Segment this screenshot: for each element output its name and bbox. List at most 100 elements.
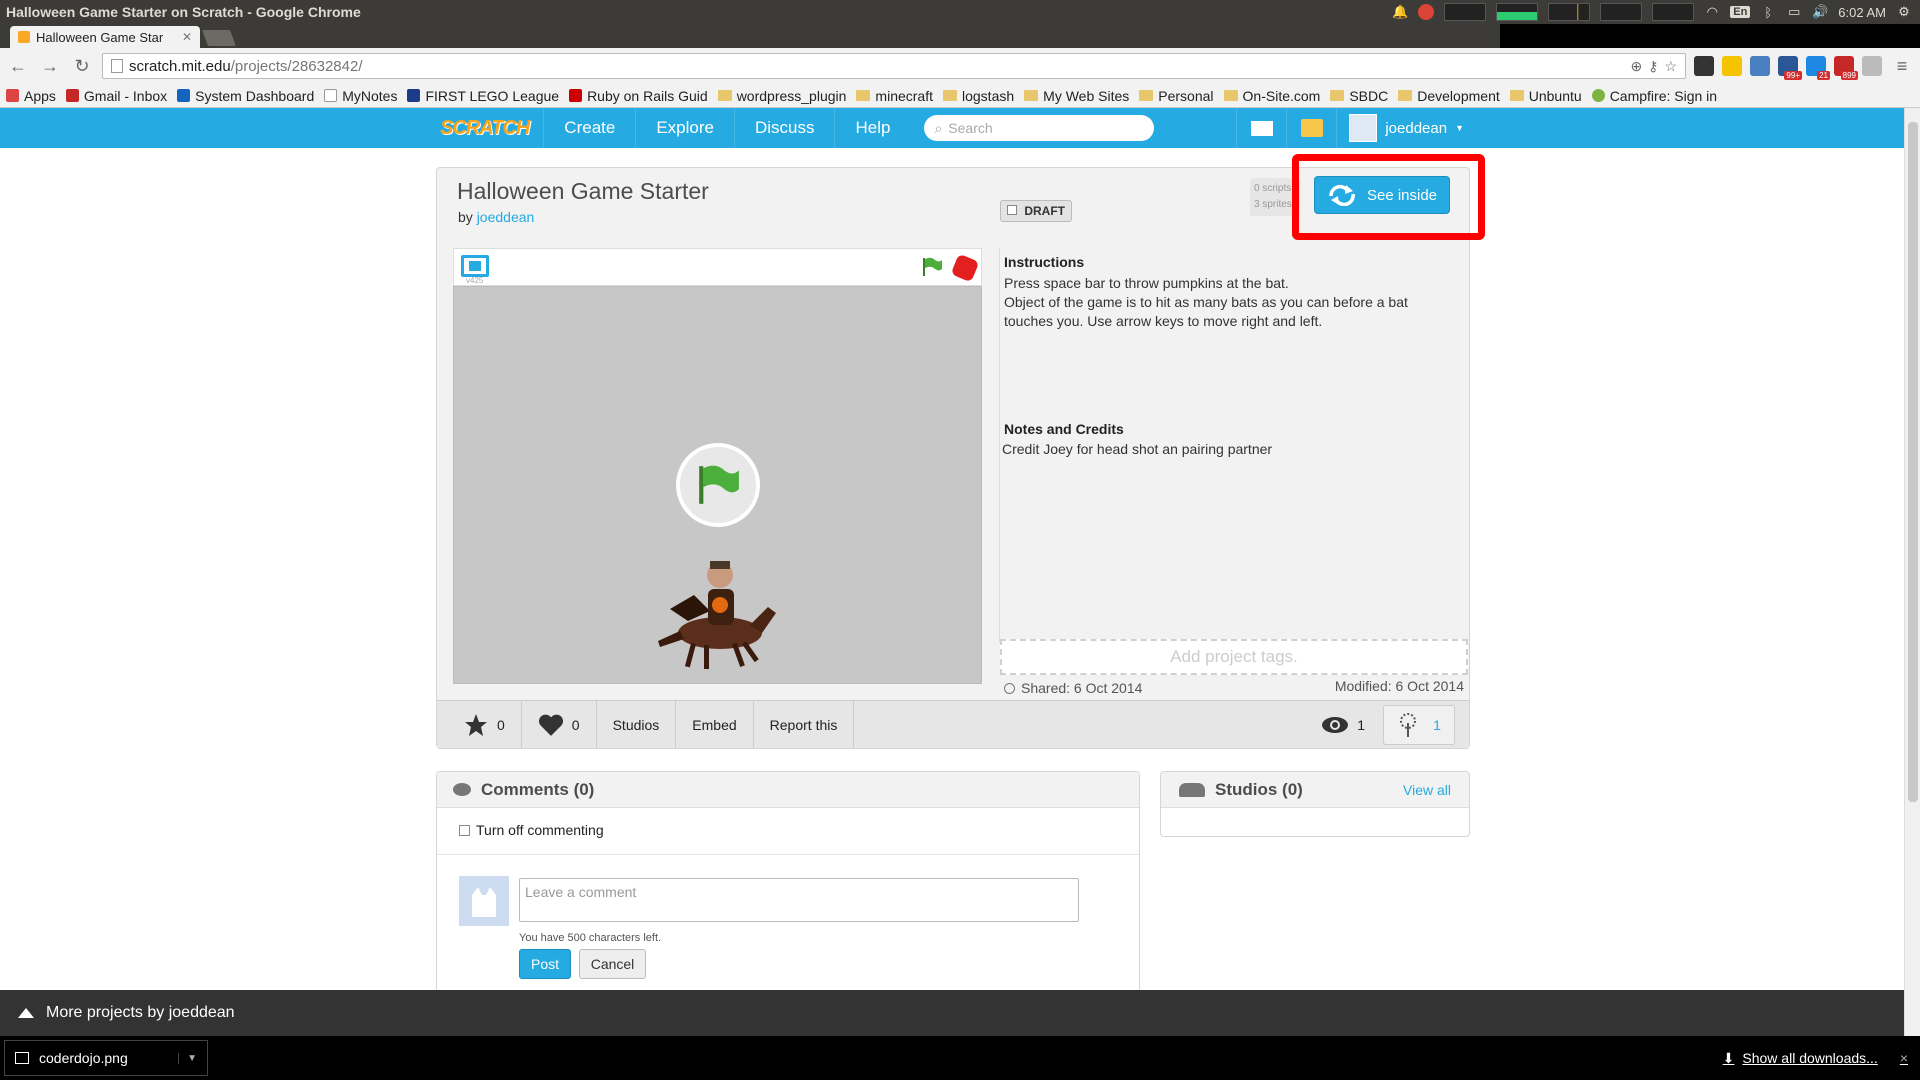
browser-tab[interactable]: Halloween Game Star ✕ [10, 26, 200, 48]
instructions-text[interactable]: Press space bar to throw pumpkins at the… [1004, 274, 1454, 331]
user-menu[interactable]: joeddean ▼ [1336, 108, 1476, 148]
battery-icon[interactable]: ▭ [1786, 4, 1802, 20]
apps-grid-icon [6, 89, 19, 102]
scratch-favicon-icon [18, 31, 30, 43]
show-all-downloads-link[interactable]: ⬇ Show all downloads... × [1723, 1050, 1920, 1067]
scrollbar-thumb[interactable] [1908, 122, 1918, 802]
notes-text[interactable]: Credit Joey for head shot an pairing par… [1002, 440, 1452, 459]
download-item[interactable]: coderdojo.png ▼ [4, 1040, 208, 1076]
chevron-down-icon[interactable]: ▼ [178, 1052, 197, 1064]
start-button[interactable] [676, 443, 760, 527]
address-bar[interactable]: scratch.mit.edu/projects/28632842/ ⊕ ⚷ ☆ [102, 53, 1686, 79]
remix-tree-icon [1400, 712, 1417, 737]
clock[interactable]: 6:02 AM [1838, 5, 1886, 20]
nav-discuss[interactable]: Discuss [733, 108, 835, 148]
bookmark-folder-unbuntu[interactable]: Unbuntu [1509, 88, 1582, 104]
post-button[interactable]: Post [519, 949, 571, 979]
cast-extension-icon[interactable] [1862, 56, 1882, 76]
chrome-icon[interactable] [1418, 4, 1435, 20]
studios-button[interactable]: Studios [597, 700, 677, 749]
tasks-extension-icon[interactable]: 21 [1806, 56, 1830, 80]
bluetooth-icon[interactable]: ᛒ [1760, 4, 1776, 20]
gmail-extension-icon[interactable]: 899 [1834, 56, 1858, 80]
bookmark-folder-logstash[interactable]: logstash [943, 88, 1014, 104]
reload-icon[interactable]: ↻ [70, 54, 94, 78]
bookmark-folder-development[interactable]: Development [1398, 88, 1500, 104]
bookmark-mynotes[interactable]: MyNotes [324, 88, 397, 104]
folder-icon [856, 90, 871, 101]
favorite-button[interactable]: 0 [437, 700, 522, 749]
nav-help[interactable]: Help [834, 108, 910, 148]
calendar-extension-icon[interactable] [1750, 56, 1770, 76]
turn-off-commenting[interactable]: Turn off commenting [459, 822, 604, 838]
bookmark-folder-my-web-sites[interactable]: My Web Sites [1024, 88, 1129, 104]
bookmark-apps[interactable]: Apps [6, 88, 56, 104]
project-tags-input[interactable]: Add project tags. [1000, 639, 1468, 675]
page-scrollbar[interactable] [1904, 108, 1920, 1036]
nav-create[interactable]: Create [543, 108, 635, 148]
scratch-logo[interactable]: SCRATCH [436, 117, 543, 140]
turn-off-commenting-checkbox[interactable] [459, 824, 470, 836]
chat-extension-icon[interactable]: 99+ [1778, 56, 1802, 80]
bookmark-folder-on-site[interactable]: On-Site.com [1223, 87, 1321, 104]
bookmark-folder-minecraft[interactable]: minecraft [856, 88, 933, 104]
extension-1-icon[interactable] [1694, 56, 1714, 76]
bookmark-folder-sbdc[interactable]: SBDC [1330, 88, 1388, 104]
love-button[interactable]: 0 [522, 700, 597, 749]
settings-gear-icon[interactable]: ⚙ [1896, 4, 1912, 20]
embed-button[interactable]: Embed [676, 700, 754, 749]
bookmark-first-lego[interactable]: FIRST LEGO League [407, 88, 559, 104]
bookmark-system-dashboard[interactable]: System Dashboard [177, 88, 314, 104]
bookmark-folder-wordpress[interactable]: wordpress_plugin [717, 88, 846, 104]
tabstrip-dark-region [1500, 24, 1920, 48]
headless-horseman-sprite[interactable] [650, 555, 780, 673]
url-text[interactable]: scratch.mit.edu/projects/28632842/ [129, 58, 1624, 75]
bookmark-rails-guides[interactable]: Ruby on Rails Guid [569, 88, 708, 104]
cancel-button[interactable]: Cancel [579, 949, 646, 979]
back-arrow-icon[interactable]: ← [6, 54, 30, 78]
my-stuff-button[interactable] [1286, 108, 1336, 148]
tab-close-icon[interactable]: ✕ [182, 30, 192, 44]
keyboard-layout[interactable]: En [1730, 6, 1751, 18]
cpu-graph [1444, 3, 1487, 21]
author-link[interactable]: joeddean [477, 209, 535, 225]
volume-icon[interactable]: 🔊 [1812, 4, 1828, 20]
caret-up-icon [18, 1008, 34, 1018]
draft-checkbox[interactable] [1007, 205, 1017, 215]
messages-button[interactable] [1236, 108, 1286, 148]
modified-date: Modified: 6 Oct 2014 [1334, 678, 1464, 694]
project-stage[interactable] [453, 286, 982, 684]
bookmark-star-icon[interactable]: ☆ [1664, 58, 1677, 75]
close-icon[interactable]: × [1900, 1050, 1908, 1066]
new-tab-button[interactable] [202, 30, 236, 46]
player-controls: v425 [453, 248, 982, 286]
more-projects-bar[interactable]: More projects by joeddean [0, 990, 1904, 1036]
report-button[interactable]: Report this [754, 700, 855, 749]
comment-textarea[interactable]: Leave a comment [519, 878, 1079, 922]
my-stuff-folder-icon [1300, 119, 1323, 137]
view-all-link[interactable]: View all [1403, 782, 1451, 798]
extension-2-icon[interactable] [1722, 56, 1742, 76]
wifi-icon[interactable]: ◠ [1704, 4, 1720, 20]
remix-tree-button[interactable]: 1 [1383, 704, 1455, 745]
bookmark-gmail[interactable]: Gmail - Inbox [65, 88, 167, 104]
key-icon[interactable]: ⚷ [1648, 58, 1658, 75]
search-input[interactable]: ⌕ Search [924, 115, 1155, 141]
zoom-icon[interactable]: ⊕ [1630, 58, 1642, 75]
bookmark-campfire[interactable]: Campfire: Sign in [1591, 88, 1717, 104]
fullscreen-icon[interactable] [461, 255, 489, 277]
favorites-count: 0 [497, 716, 505, 733]
draft-badge[interactable]: DRAFT [1000, 200, 1072, 222]
bookmark-label: On-Site.com [1242, 87, 1321, 104]
stop-icon[interactable] [950, 253, 980, 283]
folder-icon [1024, 90, 1039, 101]
chevron-down-icon: ▼ [1455, 123, 1464, 133]
bookmark-folder-personal[interactable]: Personal [1139, 88, 1214, 104]
player-version: v425 [466, 276, 484, 285]
notification-bell-icon[interactable]: 🔔 [1392, 4, 1408, 20]
nav-explore[interactable]: Explore [635, 108, 734, 148]
forward-arrow-icon[interactable]: → [38, 54, 62, 78]
browser-toolbar: ← → ↻ scratch.mit.edu/projects/28632842/… [0, 48, 1920, 84]
green-flag-icon[interactable] [921, 257, 943, 277]
menu-hamburger-icon[interactable]: ≡ [1890, 54, 1914, 78]
